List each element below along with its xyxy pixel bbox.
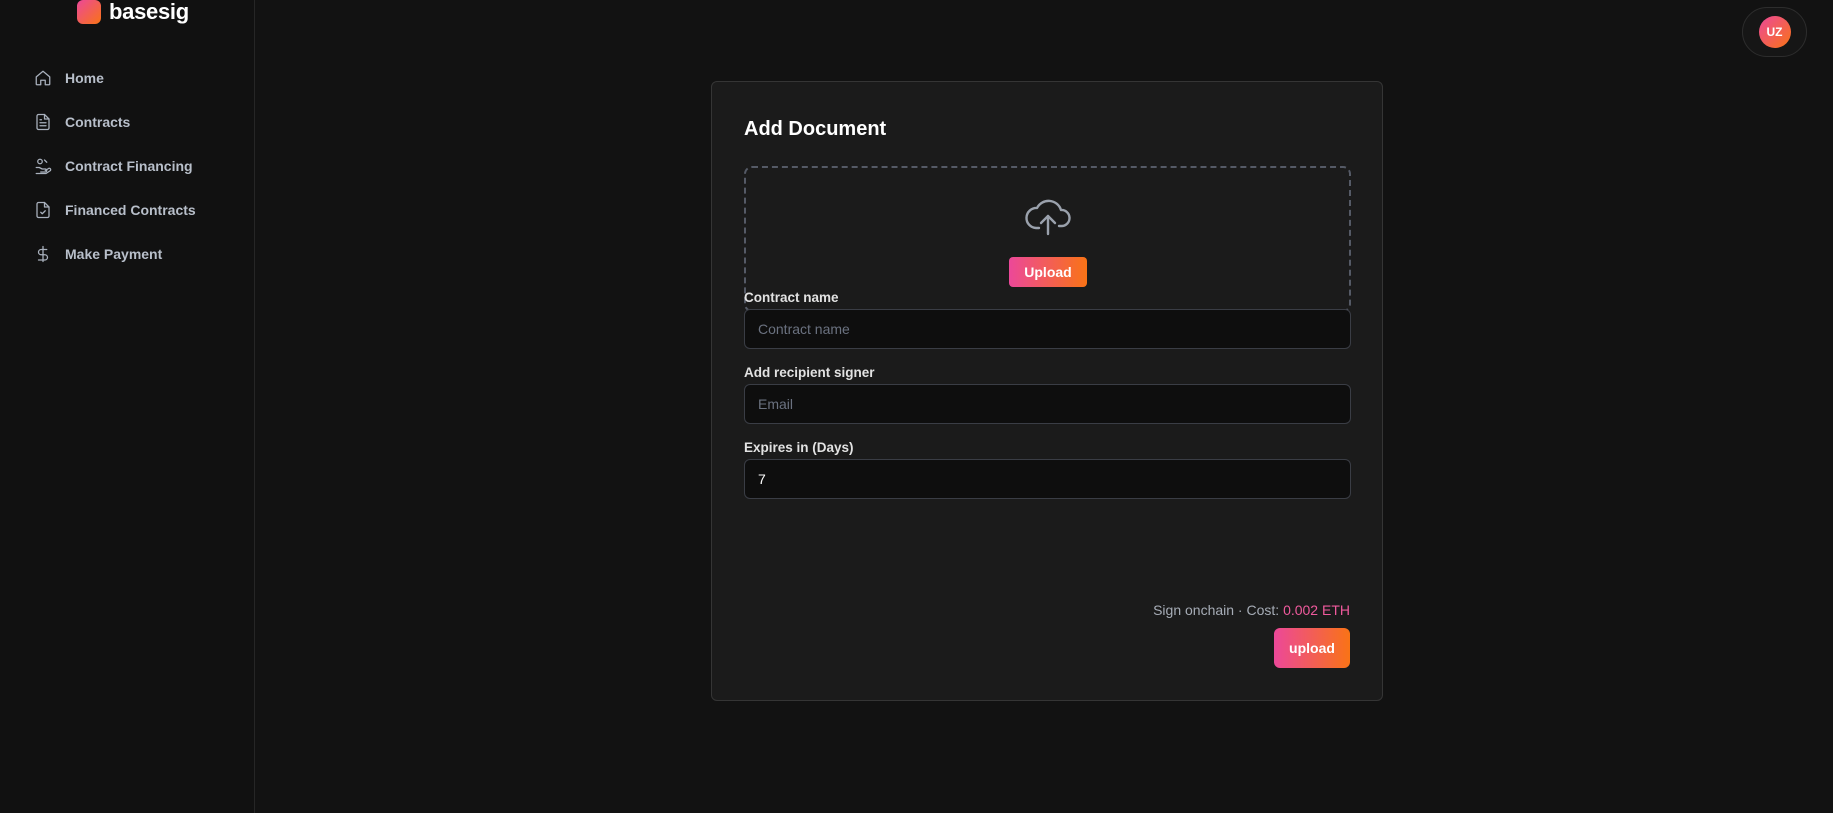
document-check-icon [34, 201, 52, 219]
brand-name: basesig [109, 0, 189, 24]
sidebar-item-make-payment[interactable]: Make Payment [34, 232, 196, 276]
cost-prefix: Sign onchain · Cost: [1153, 602, 1284, 618]
cost-info: Sign onchain · Cost: 0.002 ETH [1153, 602, 1350, 618]
submit-upload-button[interactable]: upload [1274, 628, 1350, 668]
brand-logo [77, 0, 101, 24]
expires-days-input[interactable] [744, 459, 1351, 499]
expires-days-label: Expires in (Days) [744, 440, 854, 455]
contract-name-label: Contract name [744, 290, 839, 305]
sidebar: basesig Home Contracts Contract Financin… [0, 0, 255, 813]
sidebar-item-label: Make Payment [65, 246, 163, 262]
sidebar-item-label: Contracts [65, 114, 131, 130]
cost-value: 0.002 ETH [1283, 602, 1350, 618]
card-title: Add Document [744, 118, 887, 140]
hand-coins-icon [34, 157, 52, 175]
sidebar-item-contracts[interactable]: Contracts [34, 100, 196, 144]
add-document-card: Add Document Upload Contract name Add re… [711, 81, 1383, 701]
home-icon [34, 69, 52, 87]
dollar-icon [34, 245, 52, 263]
sidebar-item-label: Financed Contracts [65, 202, 196, 218]
user-menu-button[interactable]: UZ [1742, 7, 1807, 57]
brand[interactable]: basesig [77, 0, 189, 27]
cloud-upload-icon [1024, 194, 1072, 238]
contract-name-input[interactable] [744, 309, 1351, 349]
recipient-signer-label: Add recipient signer [744, 365, 875, 380]
upload-file-button[interactable]: Upload [1009, 257, 1087, 287]
avatar: UZ [1758, 16, 1791, 48]
sidebar-item-label: Contract Financing [65, 158, 193, 174]
sidebar-nav: Home Contracts Contract Financing Financ… [34, 56, 196, 276]
sidebar-item-contract-financing[interactable]: Contract Financing [34, 144, 196, 188]
recipient-email-input[interactable] [744, 384, 1351, 424]
sidebar-item-financed-contracts[interactable]: Financed Contracts [34, 188, 196, 232]
document-icon [34, 113, 52, 131]
sidebar-item-label: Home [65, 70, 104, 86]
sidebar-item-home[interactable]: Home [34, 56, 196, 100]
